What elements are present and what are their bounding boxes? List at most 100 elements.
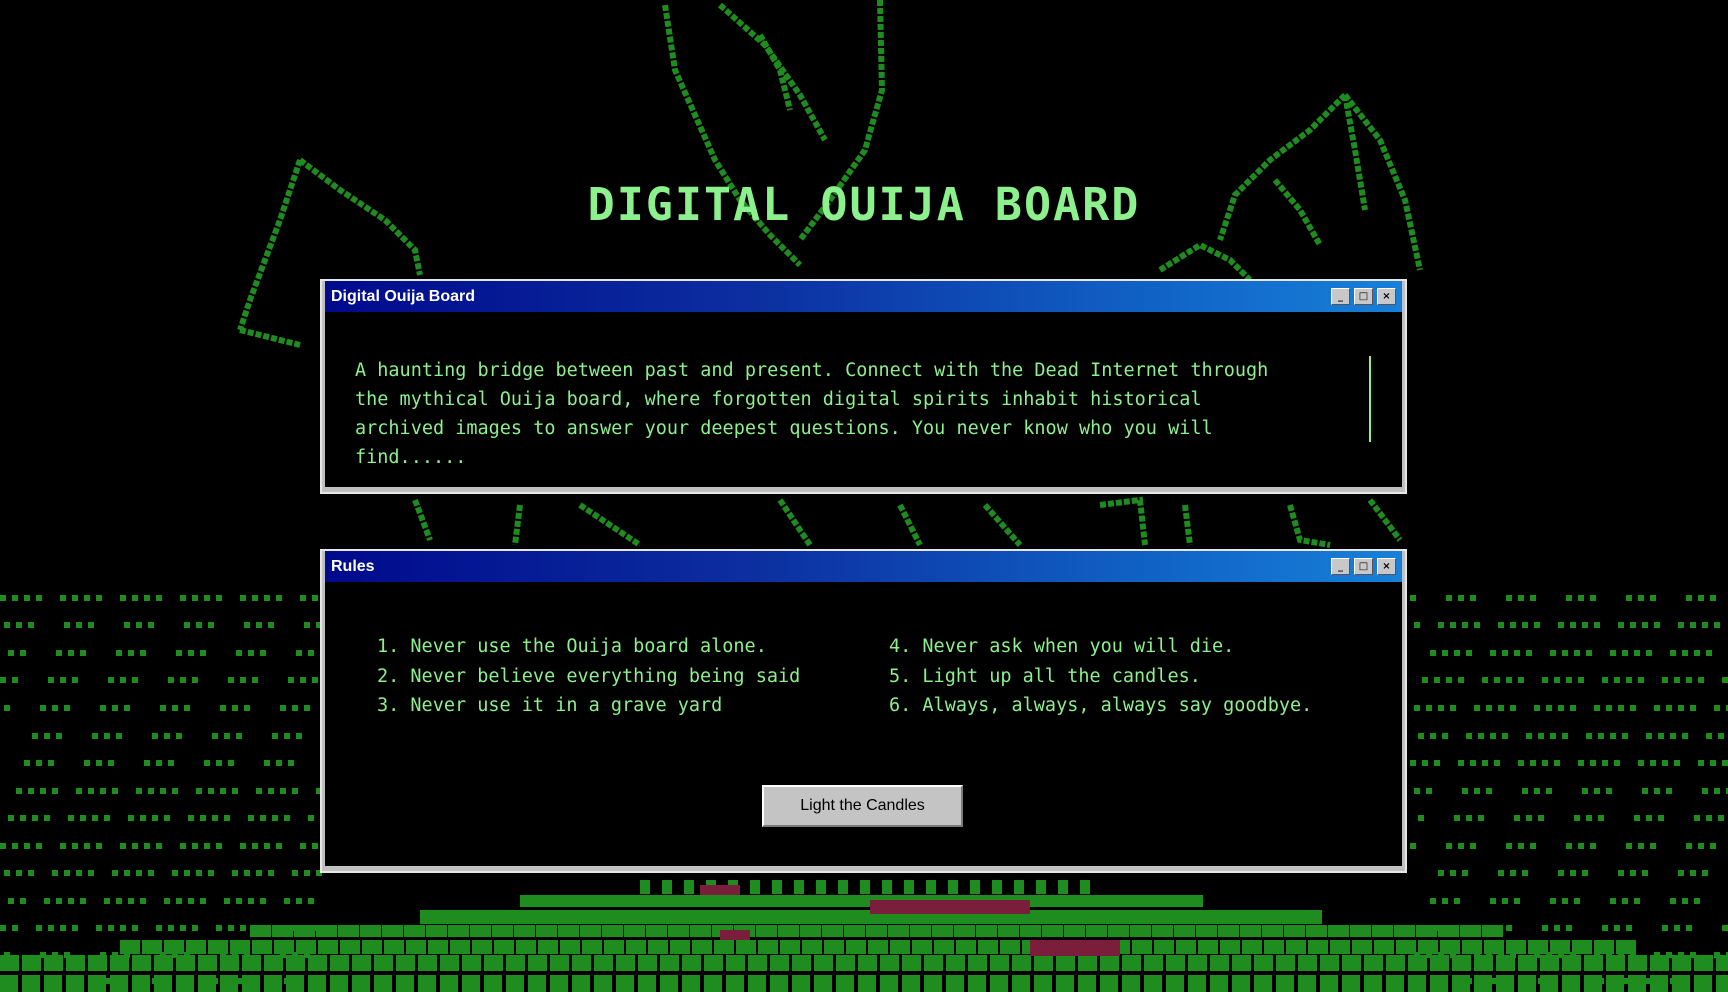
art-dot bbox=[1594, 622, 1600, 628]
art-ground-block bbox=[638, 975, 656, 992]
art-dot bbox=[256, 788, 262, 794]
art-ground-block bbox=[1350, 925, 1371, 937]
art-ground-block bbox=[662, 880, 672, 894]
art-dot bbox=[20, 815, 26, 821]
art-dot bbox=[160, 705, 166, 711]
art-ground-block bbox=[418, 975, 436, 992]
art-ground-block bbox=[1460, 925, 1481, 937]
art-ground-block bbox=[520, 895, 543, 907]
art-ground-block bbox=[1254, 955, 1273, 971]
minimize-icon[interactable]: _ bbox=[1331, 558, 1350, 575]
art-dot bbox=[1514, 815, 1520, 821]
art-dot bbox=[176, 898, 182, 904]
art-ground-block bbox=[780, 940, 800, 954]
art-dot bbox=[1554, 760, 1560, 766]
art-ground-block bbox=[880, 955, 899, 971]
art-dot bbox=[1594, 705, 1600, 711]
art-ground-block bbox=[674, 895, 697, 907]
art-ground-block bbox=[1240, 925, 1261, 937]
close-icon[interactable]: × bbox=[1377, 288, 1396, 305]
art-ground-block bbox=[1518, 975, 1536, 992]
art-dot bbox=[36, 595, 42, 601]
art-ground-block bbox=[866, 925, 887, 937]
art-dot bbox=[56, 898, 62, 904]
art-ground-block bbox=[728, 910, 750, 924]
art-ground-block bbox=[164, 940, 184, 954]
minimize-icon[interactable]: _ bbox=[1331, 288, 1350, 305]
art-ground-block bbox=[968, 975, 986, 992]
art-dot bbox=[112, 705, 118, 711]
art-ground-block bbox=[594, 975, 612, 992]
art-dot bbox=[1518, 595, 1524, 601]
art-dot bbox=[308, 815, 314, 821]
art-ground-block bbox=[0, 955, 19, 971]
art-dot bbox=[1566, 677, 1572, 683]
art-dot bbox=[84, 760, 90, 766]
art-ground-block bbox=[1190, 910, 1212, 924]
rules-window-title: Rules bbox=[331, 557, 375, 575]
rules-window-titlebar[interactable]: Rules _ □ × bbox=[325, 551, 1402, 582]
art-dot bbox=[1438, 870, 1444, 876]
art-ground-block bbox=[604, 940, 624, 954]
art-dot bbox=[1442, 650, 1448, 656]
art-dot bbox=[1458, 843, 1464, 849]
art-dot bbox=[20, 898, 26, 904]
maximize-icon[interactable]: □ bbox=[1354, 288, 1373, 305]
art-ground-block bbox=[1220, 940, 1240, 954]
art-dot bbox=[148, 870, 154, 876]
art-dot bbox=[288, 677, 294, 683]
art-ground-block bbox=[792, 975, 810, 992]
art-dot bbox=[60, 925, 66, 931]
art-dot bbox=[1470, 595, 1476, 601]
art-ground-block bbox=[1672, 955, 1691, 971]
art-ground-block bbox=[910, 925, 931, 937]
art-ground-block bbox=[726, 955, 745, 971]
art-dot bbox=[1710, 843, 1716, 849]
art-ground-block bbox=[902, 975, 920, 992]
art-dot bbox=[292, 870, 298, 876]
art-ground-block bbox=[1070, 895, 1093, 907]
rule-item: 1. Never use the Ouija board alone. bbox=[377, 636, 767, 657]
art-dot bbox=[1522, 788, 1528, 794]
art-dot bbox=[1482, 760, 1488, 766]
art-dot bbox=[1602, 677, 1608, 683]
art-dot bbox=[1566, 843, 1572, 849]
art-dot bbox=[236, 898, 242, 904]
art-ground-block bbox=[462, 975, 480, 992]
art-ground-block bbox=[682, 955, 701, 971]
art-ground-block bbox=[684, 910, 706, 924]
art-dot bbox=[1590, 843, 1596, 849]
art-ground-block bbox=[626, 940, 646, 954]
art-dot bbox=[200, 815, 206, 821]
maximize-icon[interactable]: □ bbox=[1354, 558, 1373, 575]
art-dot bbox=[1626, 843, 1632, 849]
art-ground-block bbox=[1012, 975, 1030, 992]
art-ground-block bbox=[946, 975, 964, 992]
art-dot bbox=[1694, 650, 1700, 656]
intro-window-titlebar[interactable]: Digital Ouija Board _ □ × bbox=[325, 281, 1402, 312]
art-dot bbox=[164, 815, 170, 821]
close-icon[interactable]: × bbox=[1377, 558, 1396, 575]
art-dot bbox=[132, 843, 138, 849]
art-ground-block bbox=[770, 975, 788, 992]
scrollbar[interactable] bbox=[1369, 356, 1371, 442]
art-dot bbox=[84, 843, 90, 849]
art-dot bbox=[288, 760, 294, 766]
art-ground-block bbox=[1716, 975, 1728, 992]
art-ground-block bbox=[1108, 925, 1129, 937]
art-ground-block bbox=[1080, 880, 1090, 894]
art-ground-block bbox=[382, 925, 403, 937]
art-ground-block bbox=[1584, 975, 1602, 992]
window-controls: _ □ × bbox=[1331, 288, 1396, 305]
art-dot bbox=[1562, 650, 1568, 656]
light-candles-button[interactable]: Light the Candles bbox=[762, 785, 963, 827]
art-dot bbox=[1722, 760, 1728, 766]
art-dot bbox=[276, 760, 282, 766]
art-dot bbox=[176, 733, 182, 739]
art-ground-block bbox=[778, 925, 799, 937]
art-dot bbox=[1550, 898, 1556, 904]
art-dot bbox=[1414, 788, 1420, 794]
art-dot bbox=[1450, 705, 1456, 711]
art-ground-block bbox=[850, 895, 873, 907]
art-dot bbox=[1678, 870, 1684, 876]
